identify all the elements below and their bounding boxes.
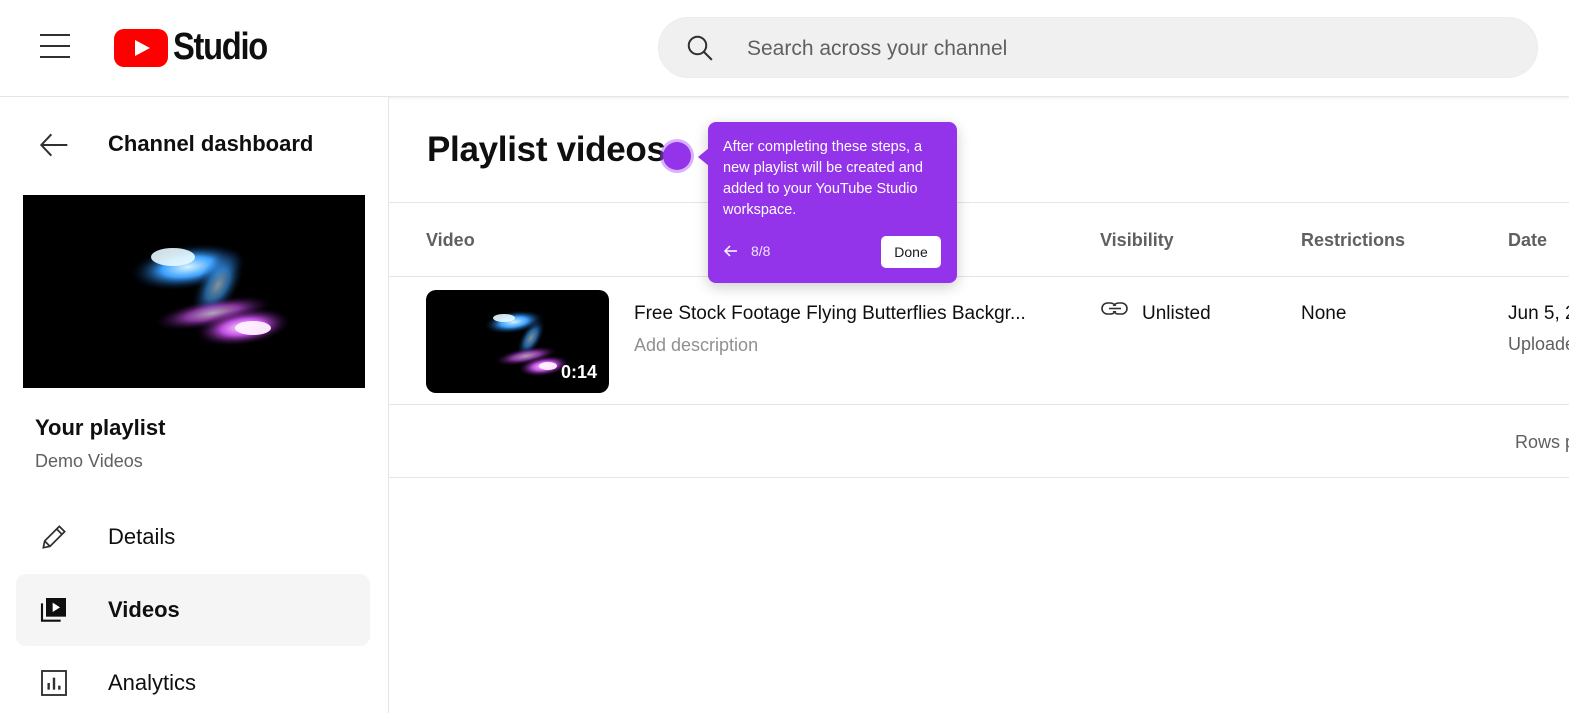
youtube-play-icon [114,28,168,67]
channel-dashboard-link[interactable]: Channel dashboard [0,97,388,193]
walkthrough-beacon[interactable] [663,142,691,170]
video-description[interactable]: Add description [634,335,758,356]
search-bar[interactable] [658,17,1538,79]
sidebar-item-label: Details [108,524,176,549]
search-icon[interactable] [685,33,715,63]
channel-dashboard-label: Channel dashboard [108,131,314,156]
divider [389,477,1569,478]
page-title: Playlist videos [427,130,666,169]
column-header-date[interactable]: Date [1508,230,1547,251]
playlist-thumbnail[interactable] [23,195,365,388]
rows-per-page-label: Rows p [1515,432,1569,452]
date-value: Jun 5, 2 [1508,303,1569,324]
walkthrough-tooltip: After completing these steps, a new play… [698,122,957,283]
sidebar-item-details[interactable]: Details [16,501,370,573]
video-title[interactable]: Free Stock Footage Flying Butterflies Ba… [634,303,1044,325]
sidebar-item-videos[interactable]: Videos [16,574,370,646]
pencil-icon [42,525,66,549]
done-button[interactable]: Done [881,236,941,268]
youtube-studio-logo[interactable]: Studio [114,26,282,69]
tooltip-step-counter: 8/8 [751,243,771,259]
column-header-video[interactable]: Video [426,230,475,251]
search-input[interactable] [745,18,1509,79]
video-duration: 0:14 [560,362,597,382]
main-content: Playlist videos Video Visibility Restric… [389,97,1569,713]
divider [389,202,1569,203]
visibility-value[interactable]: Unlisted [1142,303,1211,325]
video-library-icon [40,598,66,622]
playlist-heading: Your playlist [35,415,166,440]
tooltip-back-arrow-icon[interactable] [722,242,740,260]
tooltip-text: After completing these steps, a new play… [723,139,923,218]
sidebar-item-analytics[interactable]: Analytics [16,647,370,719]
sidebar: Channel dashboard Your playlist Demo Vid… [0,97,389,713]
column-header-visibility[interactable]: Visibility [1100,230,1174,251]
back-arrow-icon[interactable] [38,129,70,161]
restrictions-value: None [1301,303,1347,324]
hamburger-menu-icon[interactable] [40,34,72,60]
column-header-restrictions[interactable]: Restrictions [1301,230,1405,251]
link-icon [1101,302,1128,315]
playlist-name: Demo Videos [35,451,143,471]
divider [389,404,1569,405]
sidebar-item-label: Videos [108,597,180,622]
top-app-bar: Studio [0,0,1569,97]
analytics-icon [41,670,67,696]
sidebar-item-label: Analytics [108,670,197,695]
divider [389,276,1569,277]
date-status: Uploade [1508,334,1569,354]
logo-text: Studio [173,26,268,68]
video-thumbnail[interactable]: 0:14 [426,290,609,393]
butterflies-thumbnail-image [130,243,291,347]
